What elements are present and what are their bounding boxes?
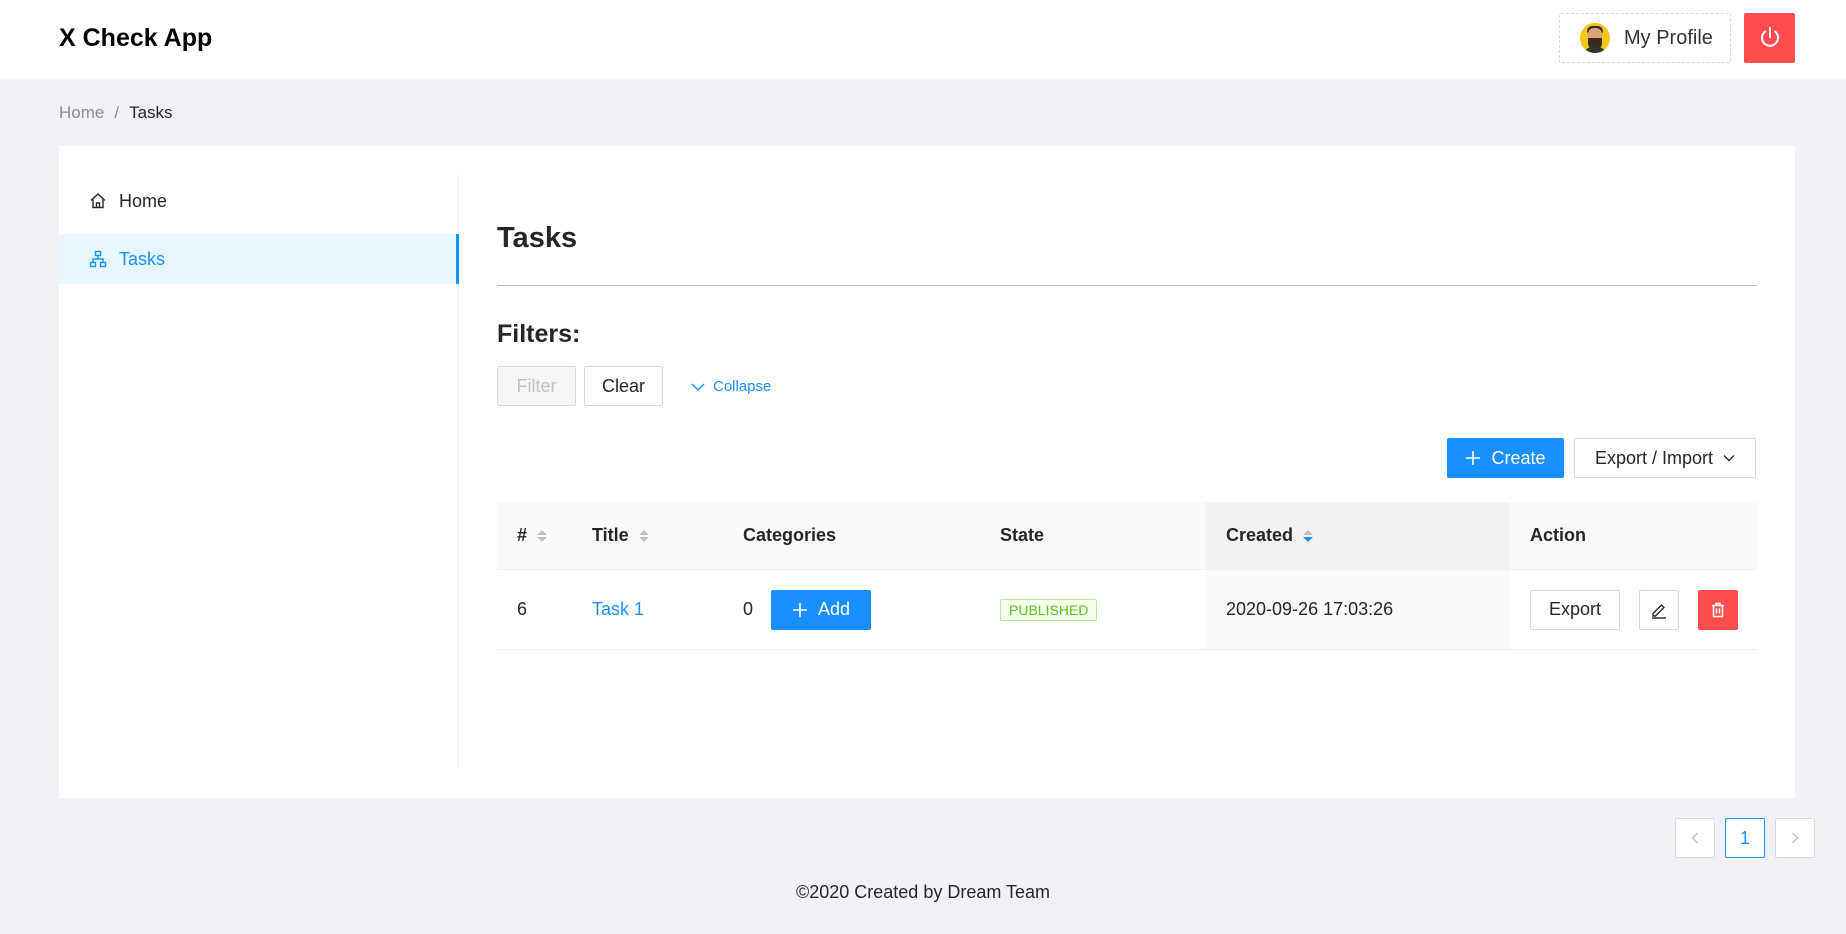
row-id: 6: [517, 599, 528, 619]
power-icon: [1760, 27, 1779, 47]
chevron-left-icon: [1691, 832, 1698, 844]
chevron-right-icon: [1792, 832, 1799, 844]
sort-icon: [1303, 529, 1314, 542]
table-header: # Title Categories State Created Action: [497, 502, 1757, 570]
add-label: Add: [818, 599, 851, 619]
sort-icon: [638, 529, 649, 542]
page-title: Tasks: [497, 222, 578, 254]
delete-button[interactable]: [1698, 589, 1738, 630]
task-title-link[interactable]: Task 1: [592, 599, 644, 620]
create-label: Create: [1491, 447, 1546, 468]
chevron-down-icon: [691, 382, 705, 391]
row-state: PUBLISHED: [1000, 570, 1098, 649]
chevron-down-icon: [1723, 455, 1735, 462]
filter-button[interactable]: Filter: [497, 366, 576, 406]
column-categories: Categories: [743, 525, 837, 545]
sidebar: Home Tasks: [59, 174, 459, 768]
pagination-prev[interactable]: [1675, 818, 1715, 858]
sidebar-item-label: Tasks: [119, 248, 166, 269]
sort-icon: [537, 529, 548, 542]
create-button[interactable]: Create: [1447, 438, 1564, 478]
clear-button[interactable]: Clear: [584, 366, 663, 406]
collapse-link[interactable]: Collapse: [691, 378, 771, 395]
column-id[interactable]: #: [517, 502, 548, 569]
plus-icon: [793, 602, 807, 617]
status-badge: PUBLISHED: [1000, 598, 1098, 621]
tasks-table: # Title Categories State Created Action …: [497, 502, 1757, 650]
add-category-button[interactable]: Add: [771, 589, 872, 630]
column-label: Created: [1226, 525, 1294, 545]
row-categories: 0 Add: [743, 570, 872, 649]
trash-icon: [1712, 602, 1724, 617]
avatar: [1580, 23, 1610, 53]
row-created: 2020-09-26 17:03:26: [1206, 570, 1510, 649]
main-panel: Tasks Filters: Filter Clear Collapse Cre…: [497, 146, 1815, 858]
my-profile-button[interactable]: My Profile: [1559, 13, 1731, 63]
app-title: X Check App: [59, 24, 213, 52]
column-label: Title: [592, 525, 629, 545]
my-profile-label: My Profile: [1624, 26, 1713, 49]
sidebar-item-tasks[interactable]: Tasks: [59, 234, 459, 284]
filters-title: Filters:: [497, 320, 581, 348]
column-state: State: [1000, 525, 1045, 545]
column-created[interactable]: Created: [1206, 502, 1510, 569]
column-label: #: [517, 525, 528, 545]
sitemap-icon: [89, 250, 107, 268]
export-import-label: Export / Import: [1594, 447, 1714, 468]
collapse-label: Collapse: [713, 378, 772, 395]
content-card: Home Tasks Tasks Filters: Filter Clear C…: [59, 146, 1815, 858]
column-title[interactable]: Title: [592, 502, 649, 569]
breadcrumb-home[interactable]: Home: [59, 103, 104, 123]
pagination-next[interactable]: [1775, 818, 1815, 858]
divider: [497, 285, 1757, 286]
table-row: 6 Task 1 0 Add PUBLISHED 2020-09-26 17:0…: [497, 570, 1757, 650]
sidebar-item-label: Home: [119, 190, 168, 211]
column-action: Action: [1530, 525, 1586, 545]
row-title: Task 1: [592, 570, 644, 649]
sidebar-item-home[interactable]: Home: [59, 176, 459, 226]
app-header: X Check App My Profile: [0, 0, 1846, 79]
breadcrumb-current: Tasks: [129, 103, 173, 122]
export-import-dropdown[interactable]: Export / Import: [1574, 438, 1756, 478]
categories-count: 0: [743, 599, 754, 619]
edit-button[interactable]: [1639, 589, 1679, 630]
row-actions: Export: [1530, 570, 1738, 649]
home-icon: [90, 193, 106, 209]
footer-text: ©2020 Created by Dream Team: [795, 882, 1051, 902]
plus-icon: [1466, 451, 1481, 465]
logout-button[interactable]: [1744, 13, 1795, 63]
breadcrumb-separator: /: [114, 103, 120, 122]
pagination-page[interactable]: 1: [1725, 818, 1765, 858]
breadcrumb: Home / Tasks: [59, 103, 173, 123]
edit-icon: [1652, 603, 1666, 619]
export-row-button[interactable]: Export: [1530, 589, 1620, 630]
